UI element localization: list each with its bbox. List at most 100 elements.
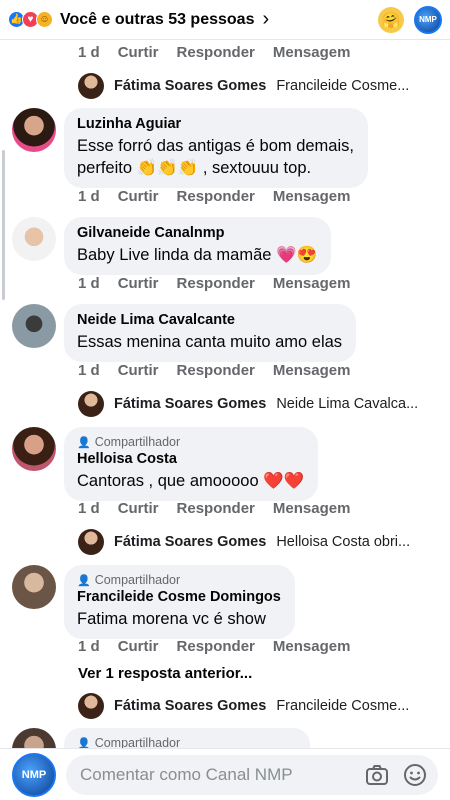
comment-text: Essas menina canta muito amo elas [77, 333, 343, 351]
avatar[interactable] [12, 427, 56, 471]
reactions-header[interactable]: 👍 ♥ ☺ Você e outras 53 pessoas › 🤗 NMP [0, 0, 450, 40]
avatar[interactable]: NMP [12, 752, 56, 797]
reply-preview[interactable]: Fátima Soares Gomes Helloisa Costa obri.… [78, 529, 450, 555]
like-button[interactable]: Curtir [118, 275, 159, 292]
person-icon: 👤 [77, 574, 91, 587]
comment-actions: 1 d Curtir Responder Mensagem [78, 500, 350, 517]
reply-snippet: Francileide Cosme... [276, 78, 410, 94]
badge-label: Compartilhador [94, 573, 181, 587]
comment-text: Cantoras , que amooooo ❤️❤️ [77, 472, 305, 490]
comment-bubble[interactable]: Gilvaneide Canalnmp Baby Live linda da m… [64, 217, 332, 275]
reply-author[interactable]: Fátima Soares Gomes [114, 534, 266, 550]
badge-label: Compartilhador [94, 736, 181, 748]
message-button[interactable]: Mensagem [273, 500, 351, 517]
comment-time: 1 d [78, 44, 100, 61]
person-icon: 👤 [77, 737, 91, 749]
comment-input-wrapper[interactable] [66, 754, 438, 795]
message-button[interactable]: Mensagem [273, 638, 351, 655]
comment-time: 1 d [78, 362, 100, 379]
comment-item: Gilvaneide Canalnmp Baby Live linda da m… [12, 217, 332, 275]
like-button[interactable]: Curtir [118, 44, 159, 61]
avatar [78, 693, 104, 719]
comment-item: 👤 Compartilhador Francileide Cosme Domin… [12, 565, 295, 639]
comment-actions: 1 d Curtir Responder Mensagem [78, 44, 350, 61]
comment-item: Neide Lima Cavalcante Essas menina canta… [12, 304, 357, 362]
comment-bubble[interactable]: 👤 Compartilhador Francileide Cosme Domin… [64, 565, 295, 639]
comment-text: Baby Live linda da mamãe 💗😍 [77, 246, 318, 264]
avatar[interactable] [12, 728, 56, 748]
reply-preview[interactable]: Fátima Soares Gomes Neide Lima Cavalca..… [78, 391, 450, 417]
reply-author[interactable]: Fátima Soares Gomes [114, 396, 266, 412]
care-reaction-icon: ☺ [36, 11, 53, 28]
comment-actions: 1 d Curtir Responder Mensagem [78, 275, 350, 292]
emoji-icon[interactable] [402, 762, 428, 788]
comment-item: 👤 Compartilhador Helloisa Costa Cantoras… [12, 427, 319, 501]
like-button[interactable]: Curtir [118, 188, 159, 205]
sharer-badge: 👤 Compartilhador [77, 573, 281, 587]
comments-feed[interactable]: 1 d Curtir Responder Mensagem Fátima Soa… [0, 40, 450, 748]
comment-text-line: Esse forró das antigas é bom demais, [77, 137, 354, 155]
reply-button[interactable]: Responder [177, 188, 255, 205]
reply-button[interactable]: Responder [177, 44, 255, 61]
avatar[interactable] [12, 565, 56, 609]
message-button[interactable]: Mensagem [273, 362, 351, 379]
comment-text: Esse forró das antigas é bom demais, per… [77, 135, 354, 179]
like-button[interactable]: Curtir [118, 362, 159, 379]
comment-time: 1 d [78, 638, 100, 655]
comment-author[interactable]: Francileide Cosme Domingos [77, 589, 281, 605]
comment-author[interactable]: Helloisa Costa [77, 451, 304, 467]
reply-preview[interactable]: Fátima Soares Gomes Francileide Cosme... [78, 693, 450, 719]
chevron-right-icon[interactable]: › [262, 8, 269, 31]
comment-actions: 1 d Curtir Responder Mensagem [78, 638, 350, 655]
reply-author[interactable]: Fátima Soares Gomes [114, 698, 266, 714]
care-emoji-icon[interactable]: 🤗 [378, 6, 404, 33]
message-button[interactable]: Mensagem [273, 275, 351, 292]
avatar [78, 529, 104, 555]
badge-label: Compartilhador [94, 435, 181, 449]
reply-button[interactable]: Responder [177, 362, 255, 379]
message-button[interactable]: Mensagem [273, 188, 351, 205]
reactions-summary[interactable]: Você e outras 53 pessoas [60, 11, 254, 29]
person-icon: 👤 [77, 436, 91, 449]
reply-snippet: Helloisa Costa obri... [276, 534, 411, 550]
comment-text-line: perfeito 👏👏👏 , sextouuu top. [77, 159, 312, 177]
comment-input[interactable] [80, 764, 352, 785]
comment-author[interactable]: Gilvaneide Canalnmp [77, 225, 317, 241]
like-button[interactable]: Curtir [118, 500, 159, 517]
comment-bubble[interactable]: Luzinha Aguiar Esse forró das antigas é … [64, 108, 368, 188]
reply-preview[interactable]: Fátima Soares Gomes Francileide Cosme... [78, 73, 450, 99]
comment-bubble[interactable]: 👤 Compartilhador [64, 728, 310, 748]
comment-author[interactable]: Neide Lima Cavalcante [77, 312, 342, 328]
comment-author[interactable]: Luzinha Aguiar [77, 116, 354, 132]
sharer-badge: 👤 Compartilhador [77, 736, 296, 748]
sharer-badge: 👤 Compartilhador [77, 435, 304, 449]
avatar[interactable] [12, 304, 56, 348]
reply-author[interactable]: Fátima Soares Gomes [114, 78, 266, 94]
comment-bubble[interactable]: 👤 Compartilhador Helloisa Costa Cantoras… [64, 427, 319, 501]
avatar [78, 391, 104, 417]
comment-item: Luzinha Aguiar Esse forró das antigas é … [12, 108, 368, 188]
reaction-icons: 👍 ♥ ☺ [8, 11, 53, 28]
avatar[interactable] [12, 217, 56, 261]
comment-item: 👤 Compartilhador [12, 728, 310, 748]
comment-time: 1 d [78, 275, 100, 292]
avatar [78, 73, 104, 99]
reply-snippet: Francileide Cosme... [276, 698, 410, 714]
comment-bubble[interactable]: Neide Lima Cavalcante Essas menina canta… [64, 304, 357, 362]
reply-button[interactable]: Responder [177, 275, 255, 292]
message-button[interactable]: Mensagem [273, 44, 351, 61]
view-previous-replies-link[interactable]: Ver 1 resposta anterior... [78, 665, 252, 682]
comment-text: Fatima morena vc é show [77, 610, 266, 628]
comment-actions: 1 d Curtir Responder Mensagem [78, 362, 350, 379]
comment-actions: 1 d Curtir Responder Mensagem [78, 188, 350, 205]
comment-composer: NMP [0, 748, 450, 800]
comment-time: 1 d [78, 188, 100, 205]
avatar[interactable] [12, 108, 56, 152]
comment-time: 1 d [78, 500, 100, 517]
scrollbar[interactable] [2, 150, 5, 300]
camera-icon[interactable] [364, 762, 390, 788]
like-button[interactable]: Curtir [118, 638, 159, 655]
reply-button[interactable]: Responder [177, 638, 255, 655]
reply-button[interactable]: Responder [177, 500, 255, 517]
page-avatar[interactable]: NMP [414, 5, 442, 34]
